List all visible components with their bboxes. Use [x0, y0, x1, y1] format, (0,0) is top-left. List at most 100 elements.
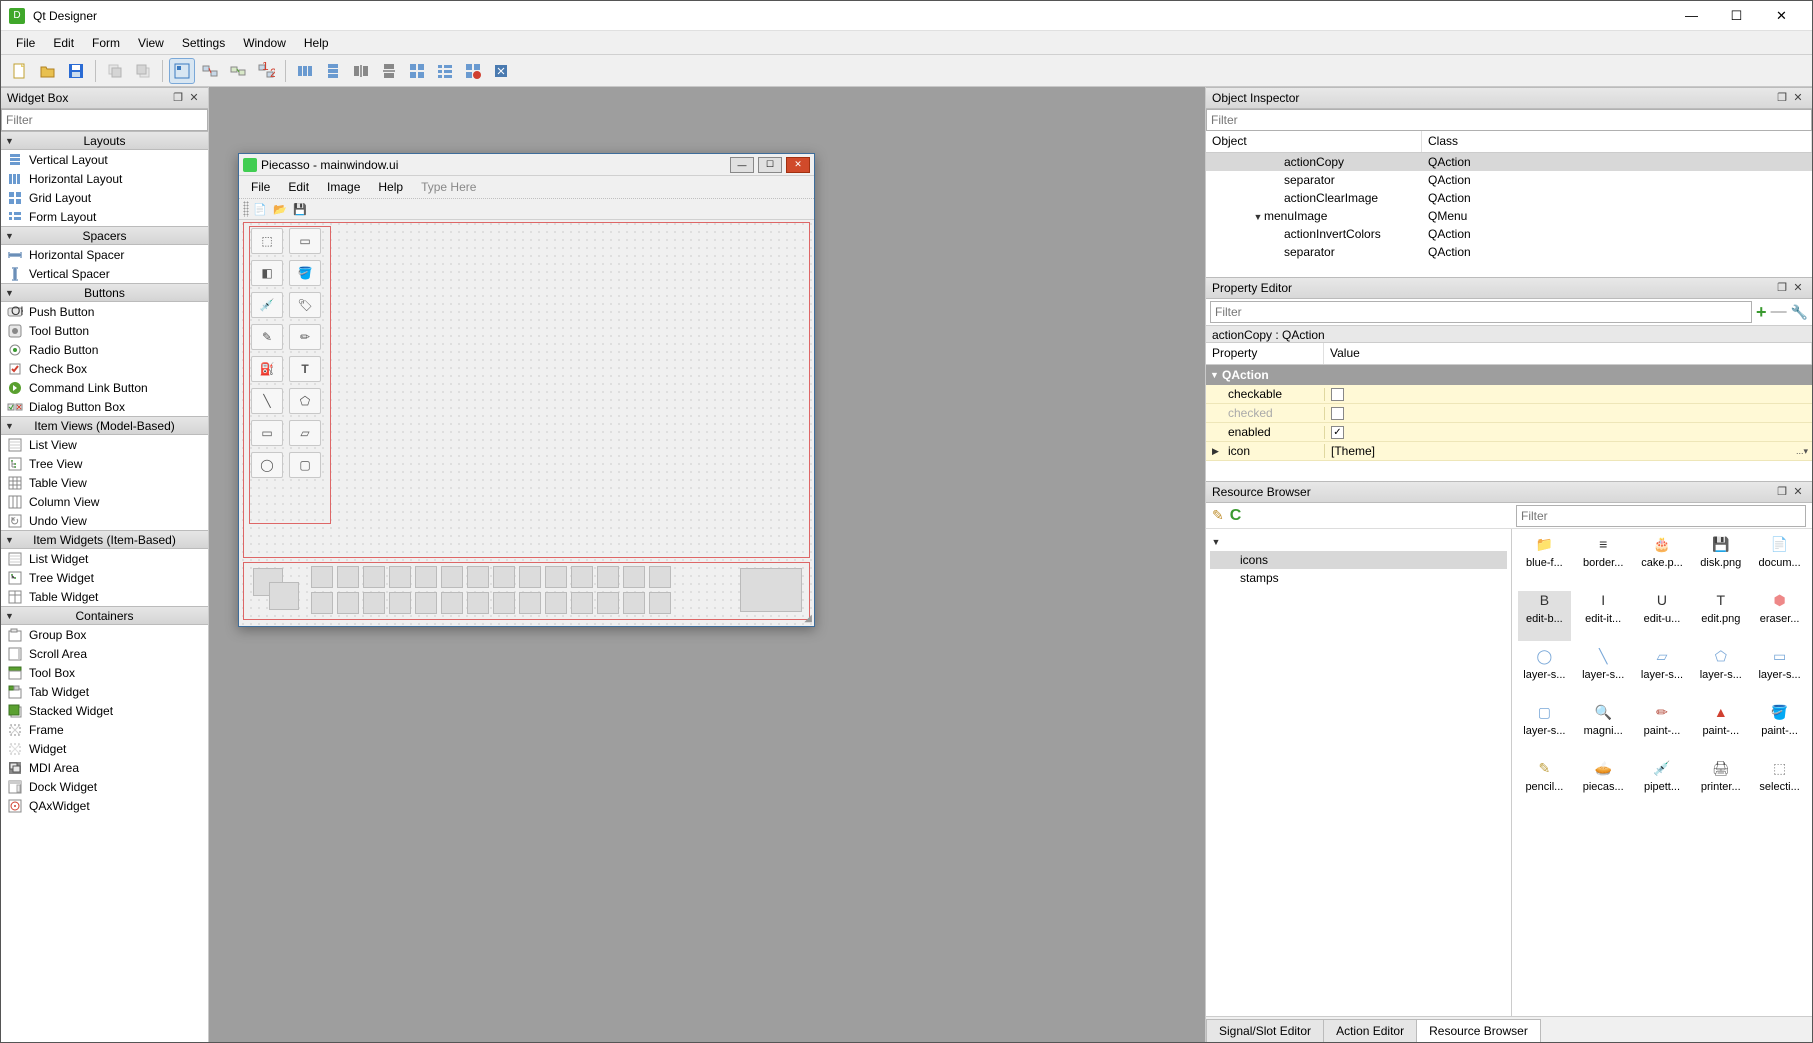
fg-bg-swatch[interactable]	[251, 568, 307, 612]
col-object[interactable]: Object	[1206, 131, 1422, 152]
menu-window[interactable]: Window	[234, 33, 295, 53]
adjust-size-button[interactable]	[488, 58, 514, 84]
design-minimize-button[interactable]: —	[730, 157, 754, 173]
palette-cell[interactable]	[441, 566, 463, 588]
wb-item[interactable]: Table View	[1, 473, 208, 492]
dock-restore-icon[interactable]: ❐	[1774, 484, 1790, 500]
tool-roundrect[interactable]: ▢	[289, 452, 321, 478]
resource-item[interactable]: 🪣paint-...	[1753, 703, 1806, 753]
col-property[interactable]: Property	[1206, 343, 1324, 364]
resize-grip-icon[interactable]: ◢	[804, 613, 812, 624]
menu-file[interactable]: File	[7, 33, 44, 53]
palette-cell[interactable]	[467, 592, 489, 614]
design-tb-open[interactable]: 📂	[271, 200, 289, 218]
design-menubar[interactable]: FileEditImageHelpType Here	[239, 176, 814, 198]
tool-polygon[interactable]: ▱	[289, 420, 321, 446]
tool-text[interactable]: T	[289, 356, 321, 382]
resource-item[interactable]: Uedit-u...	[1636, 591, 1689, 641]
palette-cell[interactable]	[519, 592, 541, 614]
tool-fill[interactable]: 🪣	[289, 260, 321, 286]
wb-item[interactable]: Scroll Area	[1, 644, 208, 663]
tool-select-rect[interactable]: ▭	[289, 228, 321, 254]
wb-category[interactable]: ▼Containers	[1, 606, 208, 625]
wb-item[interactable]: Radio Button	[1, 340, 208, 359]
send-back-button[interactable]	[102, 58, 128, 84]
dock-close-icon[interactable]: ✕	[1790, 280, 1806, 296]
wb-item[interactable]: Horizontal Layout	[1, 169, 208, 188]
resource-item[interactable]: ✎pencil...	[1518, 759, 1571, 809]
bottom-tab[interactable]: Signal/Slot Editor	[1206, 1019, 1324, 1042]
property-row[interactable]: ▶icon[Theme]...▾	[1206, 442, 1812, 461]
property-category[interactable]: ▼QAction	[1206, 365, 1812, 385]
resource-item[interactable]: ▭layer-s...	[1753, 647, 1806, 697]
object-inspector-tree[interactable]: actionCopyQActionseparatorQActionactionC…	[1206, 153, 1812, 277]
object-inspector-columns[interactable]: Object Class	[1206, 131, 1812, 153]
layout-grid-button[interactable]	[404, 58, 430, 84]
resource-tree[interactable]: ▼iconsstamps	[1206, 529, 1512, 1016]
resource-item[interactable]: 💾disk.png	[1694, 535, 1747, 585]
wb-item[interactable]: Command Link Button	[1, 378, 208, 397]
design-tb-new[interactable]: 📄	[251, 200, 269, 218]
tool-stamp[interactable]: 🏷	[289, 292, 321, 318]
resource-item[interactable]: 🔍magni...	[1577, 703, 1630, 753]
resource-tree-item[interactable]: ▼	[1210, 533, 1507, 551]
palette-cell[interactable]	[571, 566, 593, 588]
wb-item[interactable]: Check Box	[1, 359, 208, 378]
remove-property-button[interactable]: —	[1771, 303, 1787, 321]
palette-cell[interactable]	[441, 592, 463, 614]
resource-item[interactable]: ▢layer-s...	[1518, 703, 1571, 753]
wb-item[interactable]: Form Layout	[1, 207, 208, 226]
break-layout-button[interactable]	[460, 58, 486, 84]
resource-item[interactable]: ◯layer-s...	[1518, 647, 1571, 697]
maximize-button[interactable]: ☐	[1714, 2, 1759, 30]
edit-buddies-button[interactable]	[225, 58, 251, 84]
resource-grid[interactable]: 📁blue-f...≡border...🎂cake.p...💾disk.png📄…	[1512, 529, 1812, 1016]
design-tb-save[interactable]: 💾	[291, 200, 309, 218]
layout-horizontal-button[interactable]	[292, 58, 318, 84]
palette-cell[interactable]	[649, 566, 671, 588]
resource-item[interactable]: ▱layer-s...	[1636, 647, 1689, 697]
wb-item[interactable]: Dialog Button Box	[1, 397, 208, 416]
toolbar-handle[interactable]	[243, 201, 249, 217]
oi-row[interactable]: actionCopyQAction	[1206, 153, 1812, 171]
palette-cell[interactable]	[649, 592, 671, 614]
palette-cell[interactable]	[415, 592, 437, 614]
resource-tree-item[interactable]: stamps	[1210, 569, 1507, 587]
palette-cell[interactable]	[545, 566, 567, 588]
dock-restore-icon[interactable]: ❐	[1774, 90, 1790, 106]
wb-item[interactable]: Tool Button	[1, 321, 208, 340]
new-file-button[interactable]	[7, 58, 33, 84]
tool-polyline[interactable]: ⬠	[289, 388, 321, 414]
design-window-titlebar[interactable]: Piecasso - mainwindow.ui — ☐ ✕	[239, 154, 814, 176]
property-list[interactable]: ▼QAction checkablecheckedenabled✓▶icon[T…	[1206, 365, 1812, 481]
edit-resources-button[interactable]: ✎	[1212, 507, 1224, 524]
oi-row[interactable]: actionClearImageQAction	[1206, 189, 1812, 207]
resource-item[interactable]: 🖨printer...	[1694, 759, 1747, 809]
wb-category[interactable]: ▼Layouts	[1, 131, 208, 150]
resource-item[interactable]: ≡border...	[1577, 535, 1630, 585]
open-file-button[interactable]	[35, 58, 61, 84]
menu-form[interactable]: Form	[83, 33, 129, 53]
wb-category[interactable]: ▼Spacers	[1, 226, 208, 245]
dock-restore-icon[interactable]: ❐	[1774, 280, 1790, 296]
property-row[interactable]: checked	[1206, 404, 1812, 423]
menu-view[interactable]: View	[129, 33, 173, 53]
wb-item[interactable]: Frame	[1, 720, 208, 739]
wb-item[interactable]: Tool Box	[1, 663, 208, 682]
design-canvas[interactable]: ⬚ ▭ ◧ 🪣 💉 🏷 ✎ ✏ ⛽ T ╲ ⬠ ▭ ▱ ◯	[239, 220, 814, 626]
property-columns[interactable]: Property Value	[1206, 343, 1812, 365]
wb-item[interactable]: Group Box	[1, 625, 208, 644]
resource-item[interactable]: ⬚selecti...	[1753, 759, 1806, 809]
wb-item[interactable]: Tree View	[1, 454, 208, 473]
dock-restore-icon[interactable]: ❐	[170, 90, 186, 106]
wb-item[interactable]: OKPush Button	[1, 302, 208, 321]
tool-brush[interactable]: ✏	[289, 324, 321, 350]
oi-row[interactable]: ▼menuImageQMenu	[1206, 207, 1812, 225]
resource-item[interactable]: 🎂cake.p...	[1636, 535, 1689, 585]
design-menu-image[interactable]: Image	[319, 178, 368, 196]
save-file-button[interactable]	[63, 58, 89, 84]
bring-front-button[interactable]	[130, 58, 156, 84]
edit-tab-order-button[interactable]: 12	[253, 58, 279, 84]
layout-split-v-button[interactable]	[376, 58, 402, 84]
resource-item[interactable]: Bedit-b...	[1518, 591, 1571, 641]
